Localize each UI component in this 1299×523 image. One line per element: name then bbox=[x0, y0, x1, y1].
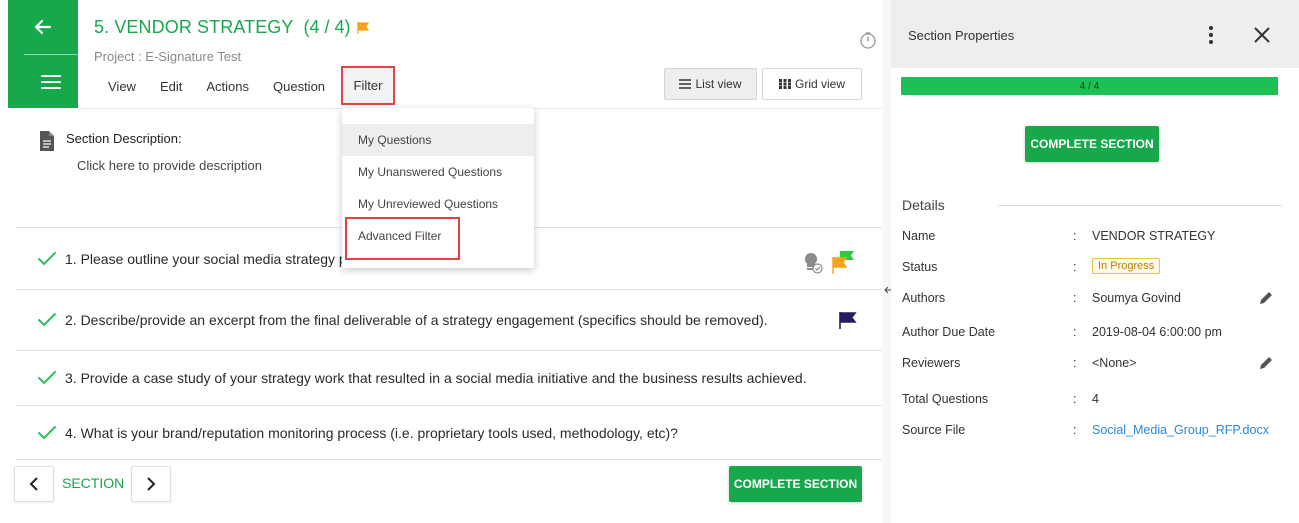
orange-green-flag-icon[interactable] bbox=[830, 248, 858, 276]
check-icon bbox=[38, 425, 56, 439]
arrow-left-icon bbox=[34, 19, 52, 35]
detail-row-due-date: Author Due Date : 2019-08-04 6:00:00 pm bbox=[902, 325, 1282, 347]
filter-dropdown: My Questions My Unanswered Questions My … bbox=[342, 108, 534, 268]
detail-value: VENDOR STRATEGY bbox=[1092, 229, 1216, 243]
check-icon bbox=[38, 313, 56, 327]
detail-value: 2019-08-04 6:00:00 pm bbox=[1092, 325, 1222, 339]
detail-row-reviewers: Reviewers : <None> bbox=[902, 356, 1282, 378]
complete-section-button[interactable]: COMPLETE SECTION bbox=[729, 466, 862, 502]
detail-colon: : bbox=[1073, 229, 1077, 243]
timer-icon[interactable] bbox=[858, 30, 878, 50]
list-view-button[interactable]: List view bbox=[664, 68, 757, 100]
detail-colon: : bbox=[1073, 325, 1077, 339]
menu-view[interactable]: View bbox=[94, 78, 148, 100]
detail-label: Name bbox=[902, 229, 936, 243]
chevron-left-icon bbox=[29, 477, 38, 491]
list-icon bbox=[679, 79, 692, 89]
previous-section-button[interactable] bbox=[14, 466, 54, 502]
section-properties-panel: Section Properties 4 / 4 COMPLETE SECTIO… bbox=[891, 0, 1299, 523]
progress-text: 4 / 4 bbox=[1079, 81, 1100, 92]
menu-edit[interactable]: Edit bbox=[148, 78, 194, 100]
question-row-3[interactable]: 3. Provide a case study of your strategy… bbox=[15, 350, 882, 405]
edit-authors-icon[interactable] bbox=[1258, 290, 1274, 306]
title-row: 5. VENDOR STRATEGY (4 / 4) bbox=[94, 17, 371, 38]
detail-colon: : bbox=[1073, 356, 1077, 370]
details-heading: Details bbox=[902, 197, 945, 213]
app-root: 5. VENDOR STRATEGY (4 / 4) Project : E-S… bbox=[0, 0, 1299, 523]
filter-advanced[interactable]: Advanced Filter bbox=[342, 220, 534, 252]
project-name: Project : E-Signature Test bbox=[94, 49, 242, 64]
left-rail bbox=[8, 0, 78, 108]
question-1-icons bbox=[802, 248, 858, 276]
chevron-right-icon bbox=[147, 477, 156, 491]
detail-row-name: Name : VENDOR STRATEGY bbox=[902, 229, 1282, 251]
detail-row-status: Status : In Progress bbox=[902, 258, 1282, 282]
detail-label: Authors bbox=[902, 291, 946, 305]
detail-colon: : bbox=[1073, 260, 1077, 274]
grid-view-button[interactable]: Grid view bbox=[762, 68, 862, 100]
section-nav-label: SECTION bbox=[62, 475, 125, 491]
grid-icon bbox=[778, 79, 791, 89]
lightbulb-check-icon[interactable] bbox=[802, 250, 824, 274]
detail-label: Status bbox=[902, 260, 938, 274]
question-row-4[interactable]: 4. What is your brand/reputation monitor… bbox=[15, 405, 882, 460]
document-icon bbox=[40, 131, 54, 151]
detail-label: Author Due Date bbox=[902, 325, 996, 339]
menu-actions[interactable]: Actions bbox=[194, 78, 261, 100]
check-icon bbox=[38, 371, 56, 385]
status-badge: In Progress bbox=[1092, 258, 1161, 274]
panel-complete-section-button[interactable]: COMPLETE SECTION bbox=[1025, 126, 1159, 162]
menu-filter[interactable]: Filter bbox=[341, 66, 395, 105]
panel-header: Section Properties bbox=[891, 0, 1299, 68]
progress-bar: 4 / 4 bbox=[901, 77, 1278, 95]
filter-my-unreviewed[interactable]: My Unreviewed Questions bbox=[342, 188, 534, 220]
more-options-icon[interactable] bbox=[1201, 24, 1221, 46]
detail-colon: : bbox=[1073, 392, 1077, 406]
detail-label: Source File bbox=[902, 423, 966, 437]
detail-colon: : bbox=[1073, 423, 1077, 437]
detail-value: Soumya Govind bbox=[1092, 291, 1181, 305]
panel-title: Section Properties bbox=[908, 28, 1015, 43]
detail-label: Reviewers bbox=[902, 356, 961, 370]
filter-my-questions[interactable]: My Questions bbox=[342, 124, 534, 156]
grid-view-label: Grid view bbox=[794, 77, 845, 91]
detail-row-total-questions: Total Questions : 4 bbox=[902, 392, 1282, 414]
question-row-2[interactable]: 2. Describe/provide an excerpt from the … bbox=[15, 289, 882, 350]
menu-bar: View Edit Actions Question bbox=[94, 78, 337, 100]
back-button[interactable] bbox=[8, 0, 78, 54]
section-description-link[interactable]: Click here to provide description bbox=[77, 158, 262, 173]
detail-row-authors: Authors : Soumya Govind bbox=[902, 291, 1282, 313]
detail-value: <None> bbox=[1092, 356, 1137, 370]
question-text: 4. What is your brand/reputation monitor… bbox=[65, 424, 678, 441]
hamburger-icon bbox=[41, 74, 61, 89]
check-icon bbox=[38, 251, 56, 265]
details-divider bbox=[998, 205, 1282, 206]
question-text: 1. Please outline your social media stra… bbox=[65, 250, 347, 267]
question-text: 2. Describe/provide an excerpt from the … bbox=[65, 312, 768, 328]
detail-value: In Progress bbox=[1092, 258, 1161, 274]
menu-question[interactable]: Question bbox=[261, 78, 337, 100]
list-view-label: List view bbox=[695, 77, 742, 91]
filter-my-unanswered[interactable]: My Unanswered Questions bbox=[342, 156, 534, 188]
section-description-label: Section Description: bbox=[66, 131, 182, 146]
panel-splitter[interactable] bbox=[883, 0, 891, 523]
edit-reviewers-icon[interactable] bbox=[1258, 355, 1274, 371]
question-count: (4 / 4) bbox=[303, 17, 351, 37]
next-section-button[interactable] bbox=[131, 466, 171, 502]
close-icon[interactable] bbox=[1253, 26, 1271, 44]
detail-colon: : bbox=[1073, 291, 1077, 305]
question-text: 3. Provide a case study of your strategy… bbox=[65, 370, 807, 386]
detail-label: Total Questions bbox=[902, 392, 989, 406]
purple-flag-icon[interactable] bbox=[838, 310, 858, 330]
hamburger-menu-button[interactable] bbox=[24, 54, 78, 108]
source-file-link[interactable]: Social_Media_Group_RFP.docx bbox=[1092, 423, 1269, 437]
detail-row-source-file: Source File : Social_Media_Group_RFP.doc… bbox=[902, 423, 1282, 445]
page-title: 5. VENDOR STRATEGY bbox=[94, 17, 294, 37]
flag-icon[interactable] bbox=[356, 21, 371, 35]
detail-value: 4 bbox=[1092, 392, 1099, 406]
question-2-icons bbox=[838, 310, 858, 330]
